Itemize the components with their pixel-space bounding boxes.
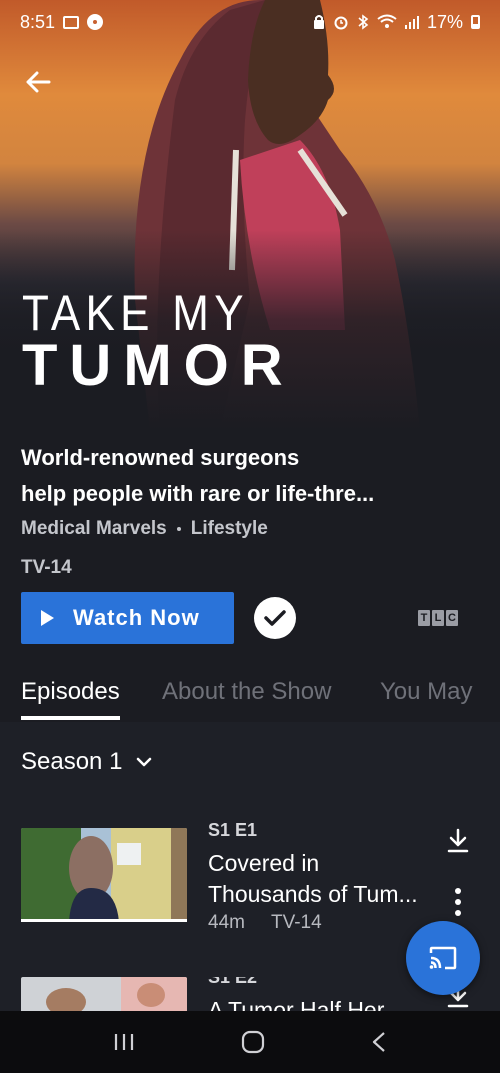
network-letter: T (418, 610, 430, 626)
recents-icon[interactable] (113, 1032, 135, 1052)
back-arrow-icon (26, 71, 51, 93)
play-icon (41, 610, 54, 626)
tab-episodes[interactable]: Episodes (21, 672, 120, 720)
back-button[interactable] (20, 64, 56, 100)
show-title-logo: TAKE MY TUMOR (22, 288, 295, 396)
season-selector[interactable]: Season 1 (21, 748, 152, 776)
app-notification-icon (87, 14, 104, 30)
message-notification-icon (63, 15, 80, 29)
nav-back-icon[interactable] (371, 1031, 387, 1053)
show-description[interactable]: World-renowned surgeons help people with… (21, 440, 421, 512)
episode-number: S1 E2 (208, 977, 258, 987)
chevron-down-icon (137, 757, 152, 767)
description-line1: World-renowned surgeons (21, 445, 300, 470)
episode-title[interactable]: A Tumor Half Her (208, 995, 438, 1011)
cast-button[interactable] (406, 921, 480, 995)
clock: 8:51 (20, 11, 56, 32)
download-icon[interactable] (446, 828, 470, 854)
genre-item: Lifestyle (190, 518, 268, 539)
bluetooth-icon (358, 14, 369, 30)
season-label: Season 1 (21, 748, 123, 775)
episode-duration: 44m (208, 912, 245, 933)
genre-item: Medical Marvels (21, 518, 167, 539)
cast-icon (429, 946, 457, 970)
separator-dot (176, 527, 181, 531)
show-title-line1: TAKE MY (22, 285, 249, 341)
network-letter: L (432, 610, 444, 626)
tab-you-may-also-like[interactable]: You May (380, 672, 473, 706)
episode-rating: TV-14 (270, 912, 322, 933)
status-bar: 8:51 17% (0, 0, 500, 44)
system-nav-bar (0, 1011, 500, 1073)
alarm-icon (334, 16, 348, 30)
episode-progress-bar (21, 919, 187, 922)
show-title-line2: TUMOR (22, 333, 295, 398)
episode-thumbnail[interactable] (21, 977, 187, 1011)
description-line2: help people with rare or life-thre... (21, 481, 375, 506)
episode-thumbnail-image (21, 828, 187, 922)
tab-about-the-show[interactable]: About the Show (162, 672, 331, 706)
content-rating: TV-14 (21, 557, 72, 578)
home-icon[interactable] (241, 1030, 265, 1054)
watch-now-label: Watch Now (73, 605, 200, 630)
wifi-icon (377, 14, 397, 28)
signal-icon (404, 16, 419, 29)
network-logo: T L C (418, 610, 458, 626)
add-to-list-button[interactable] (254, 597, 296, 639)
battery-icon (471, 15, 480, 29)
watch-now-button[interactable]: Watch Now (21, 592, 234, 644)
tab-bar: Episodes About the Show You May (0, 672, 500, 722)
episode-number: S1 E1 (208, 820, 258, 840)
battery-percent: 17% (426, 11, 463, 32)
episode-thumbnail[interactable] (21, 828, 187, 922)
lock-icon (313, 15, 324, 29)
network-letter: C (446, 610, 458, 626)
more-vertical-icon[interactable] (452, 888, 464, 918)
episode-thumbnail-image (21, 977, 187, 1011)
tabs-fade (470, 672, 500, 722)
episode-title[interactable]: Covered in Thousands of Tum... (208, 848, 438, 910)
episode-meta: 44m TV-14 (208, 912, 322, 934)
genre-list: Medical Marvels Lifestyle (21, 518, 268, 540)
check-icon (264, 610, 286, 626)
